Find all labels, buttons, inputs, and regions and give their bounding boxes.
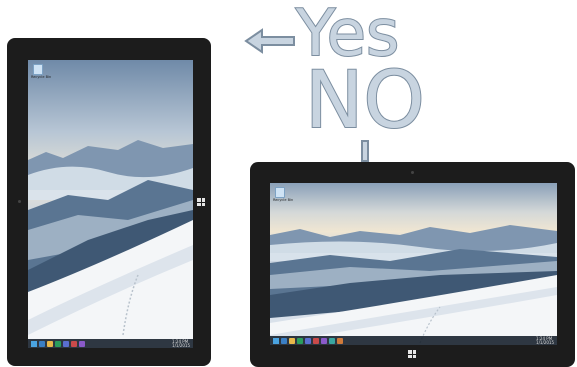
landscape-tablet: Recycle Bin 1:24 PM 1/1/2015 [250, 162, 575, 367]
divider-stroke [361, 140, 369, 162]
taskbar-app-icon[interactable] [289, 337, 295, 344]
taskbar: 1:24 PM 1/1/2015 [270, 336, 557, 345]
wallpaper [270, 183, 557, 345]
taskbar-app-icon[interactable] [79, 340, 85, 347]
clock[interactable]: 1:24 PM 1/1/2015 [172, 339, 190, 348]
taskbar-app-icon[interactable] [71, 340, 77, 347]
camera-icon [411, 171, 414, 174]
portrait-tablet: Recycle Bin 1:24 PM 1/1/2015 [7, 38, 211, 366]
taskbar-app-icon[interactable] [337, 337, 343, 344]
taskbar-app-icon[interactable] [321, 337, 327, 344]
windows-logo-icon[interactable] [197, 198, 205, 206]
portrait-screen: Recycle Bin 1:24 PM 1/1/2015 [28, 60, 193, 348]
recycle-bin-icon[interactable]: Recycle Bin [31, 64, 51, 79]
camera-icon [18, 200, 21, 203]
taskbar: 1:24 PM 1/1/2015 [28, 339, 193, 348]
taskbar-app-icon[interactable] [47, 340, 53, 347]
taskbar-app-icon[interactable] [305, 337, 311, 344]
taskbar-app-icon[interactable] [39, 340, 45, 347]
no-label: NO [304, 56, 426, 146]
taskbar-app-icon[interactable] [313, 337, 319, 344]
start-button[interactable] [31, 340, 37, 347]
taskbar-app-icon[interactable] [329, 337, 335, 344]
windows-logo-icon[interactable] [408, 350, 416, 358]
landscape-screen: Recycle Bin 1:24 PM 1/1/2015 [270, 183, 557, 345]
recycle-bin-icon[interactable]: Recycle Bin [273, 187, 293, 202]
wallpaper [28, 60, 193, 348]
taskbar-app-icon[interactable] [281, 337, 287, 344]
taskbar-app-icon[interactable] [297, 337, 303, 344]
taskbar-app-icon[interactable] [55, 340, 61, 347]
taskbar-app-icon[interactable] [63, 340, 69, 347]
arrow-left-icon [244, 28, 295, 54]
start-button[interactable] [273, 337, 279, 344]
clock[interactable]: 1:24 PM 1/1/2015 [536, 336, 554, 345]
